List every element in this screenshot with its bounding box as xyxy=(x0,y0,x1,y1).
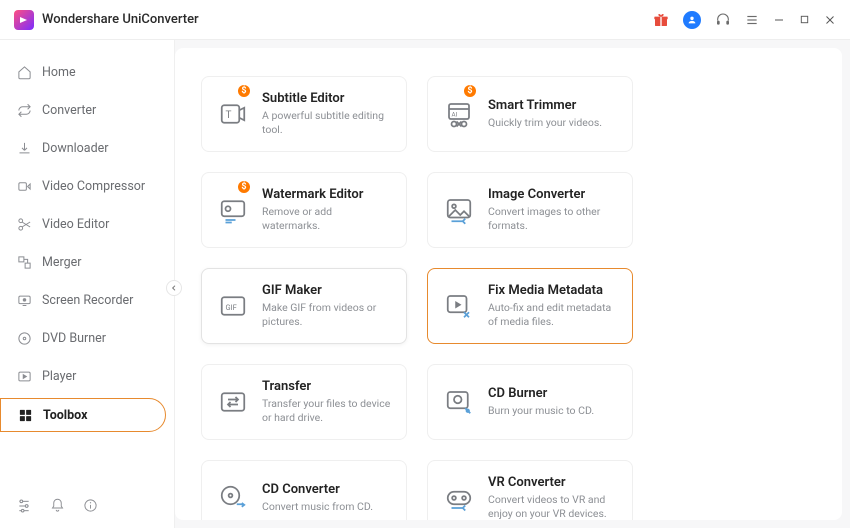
compressor-icon xyxy=(16,178,32,194)
sidebar-item-label: Downloader xyxy=(42,141,109,156)
tool-cd-burner[interactable]: CD Burner Burn your music to CD. xyxy=(427,364,633,440)
tool-title: VR Converter xyxy=(488,475,618,490)
tool-title: Smart Trimmer xyxy=(488,98,602,113)
home-icon xyxy=(16,64,32,80)
app-title: Wondershare UniConverter xyxy=(42,12,199,27)
sidebar-item-player[interactable]: Player xyxy=(0,360,166,392)
tool-desc: Auto-fix and edit metadata of media file… xyxy=(488,301,618,329)
scissors-icon xyxy=(16,216,32,232)
brand: Wondershare UniConverter xyxy=(14,10,199,30)
tool-image-converter[interactable]: Image Converter Convert images to other f… xyxy=(427,172,633,248)
paid-badge: $ xyxy=(238,181,250,193)
window-minimize-button[interactable] xyxy=(773,14,785,26)
svg-text:T: T xyxy=(226,110,232,121)
sidebar-item-merger[interactable]: Merger xyxy=(0,246,166,278)
tool-cd-converter[interactable]: CD Converter Convert music from CD. xyxy=(201,460,407,520)
cd-burner-icon xyxy=(442,385,476,419)
info-icon[interactable] xyxy=(83,498,98,514)
tool-desc: Remove or add watermarks. xyxy=(262,205,392,233)
gif-icon: GIF xyxy=(216,289,250,323)
tool-desc: Quickly trim your videos. xyxy=(488,116,602,130)
menu-icon[interactable] xyxy=(745,13,759,27)
sidebar-item-label: Player xyxy=(42,369,76,384)
trimmer-icon: AI xyxy=(442,97,476,131)
vr-icon xyxy=(442,481,476,515)
dvd-icon xyxy=(16,330,32,346)
tool-subtitle-editor[interactable]: T Subtitle Editor A powerful subtitle edi… xyxy=(201,76,407,152)
brand-icon xyxy=(14,10,34,30)
tool-desc: A powerful subtitle editing tool. xyxy=(262,109,392,137)
sidebar-item-label: DVD Burner xyxy=(42,331,106,346)
nav-list: Home Converter Downloader Video Compress… xyxy=(0,56,174,488)
headset-icon[interactable] xyxy=(715,12,731,28)
sidebar-item-video-editor[interactable]: Video Editor xyxy=(0,208,166,240)
toolbox-icon xyxy=(17,407,33,423)
transfer-icon xyxy=(216,385,250,419)
sidebar-item-downloader[interactable]: Downloader xyxy=(0,132,166,164)
window-close-button[interactable] xyxy=(824,14,836,26)
tool-desc: Convert videos to VR and enjoy on your V… xyxy=(488,493,618,520)
tool-smart-trimmer[interactable]: AI Smart Trimmer Quickly trim your videos… xyxy=(427,76,633,152)
sidebar-item-home[interactable]: Home xyxy=(0,56,166,88)
watermark-icon xyxy=(216,193,250,227)
sidebar-item-label: Video Editor xyxy=(42,217,109,232)
sidebar-item-toolbox[interactable]: Toolbox xyxy=(0,398,166,432)
gift-icon[interactable] xyxy=(653,12,669,28)
download-icon xyxy=(16,140,32,156)
image-icon xyxy=(442,193,476,227)
metadata-icon xyxy=(442,289,476,323)
recorder-icon xyxy=(16,292,32,308)
sidebar-item-label: Video Compressor xyxy=(42,179,145,194)
tool-watermark-editor[interactable]: Watermark Editor Remove or add watermarks… xyxy=(201,172,407,248)
tool-desc: Make GIF from videos or pictures. xyxy=(262,301,392,329)
cd-converter-icon xyxy=(216,481,250,515)
sidebar-item-label: Toolbox xyxy=(43,408,87,423)
tool-desc: Convert images to other formats. xyxy=(488,205,618,233)
tool-title: Watermark Editor xyxy=(262,187,392,202)
tool-desc: Burn your music to CD. xyxy=(488,404,594,418)
preferences-icon[interactable] xyxy=(16,498,32,514)
tool-gif-maker[interactable]: GIF GIF Maker Make GIF from videos or pic… xyxy=(201,268,407,344)
play-icon xyxy=(16,368,32,384)
tool-title: CD Burner xyxy=(488,386,594,401)
tool-title: GIF Maker xyxy=(262,283,392,298)
sidebar-bottom xyxy=(0,488,174,528)
sidebar-item-label: Screen Recorder xyxy=(42,293,133,308)
tool-transfer[interactable]: Transfer Transfer your files to device or… xyxy=(201,364,407,440)
sidebar-item-label: Converter xyxy=(42,103,96,118)
svg-text:AI: AI xyxy=(452,111,458,119)
tool-fix-media-metadata[interactable]: Fix Media Metadata Auto-fix and edit meta… xyxy=(427,268,633,344)
sidebar-item-label: Merger xyxy=(42,255,82,270)
sidebar-item-screen-recorder[interactable]: Screen Recorder xyxy=(0,284,166,316)
converter-icon xyxy=(16,102,32,118)
tool-title: Fix Media Metadata xyxy=(488,283,618,298)
tool-desc: Convert music from CD. xyxy=(262,500,373,514)
user-avatar-icon[interactable] xyxy=(683,11,701,29)
tool-title: CD Converter xyxy=(262,482,373,497)
tool-title: Image Converter xyxy=(488,187,618,202)
window-maximize-button[interactable] xyxy=(799,14,810,25)
svg-text:GIF: GIF xyxy=(226,303,237,312)
sidebar-item-video-compressor[interactable]: Video Compressor xyxy=(0,170,166,202)
sidebar-item-label: Home xyxy=(42,65,76,80)
bell-icon[interactable] xyxy=(50,498,65,514)
tools-grid: T Subtitle Editor A powerful subtitle edi… xyxy=(201,76,816,520)
sidebar: Home Converter Downloader Video Compress… xyxy=(0,40,175,528)
title-actions xyxy=(653,11,836,29)
tool-vr-converter[interactable]: VR Converter Convert videos to VR and enj… xyxy=(427,460,633,520)
titlebar: Wondershare UniConverter xyxy=(0,0,850,40)
main-panel: T Subtitle Editor A powerful subtitle edi… xyxy=(175,48,842,520)
sidebar-item-dvd-burner[interactable]: DVD Burner xyxy=(0,322,166,354)
paid-badge: $ xyxy=(464,85,476,97)
tool-title: Transfer xyxy=(262,379,392,394)
sidebar-item-converter[interactable]: Converter xyxy=(0,94,166,126)
tool-title: Subtitle Editor xyxy=(262,91,392,106)
tool-desc: Transfer your files to device or hard dr… xyxy=(262,397,392,425)
sidebar-toggle-button[interactable] xyxy=(166,280,182,296)
merger-icon xyxy=(16,254,32,270)
paid-badge: $ xyxy=(238,85,250,97)
subtitle-icon: T xyxy=(216,97,250,131)
